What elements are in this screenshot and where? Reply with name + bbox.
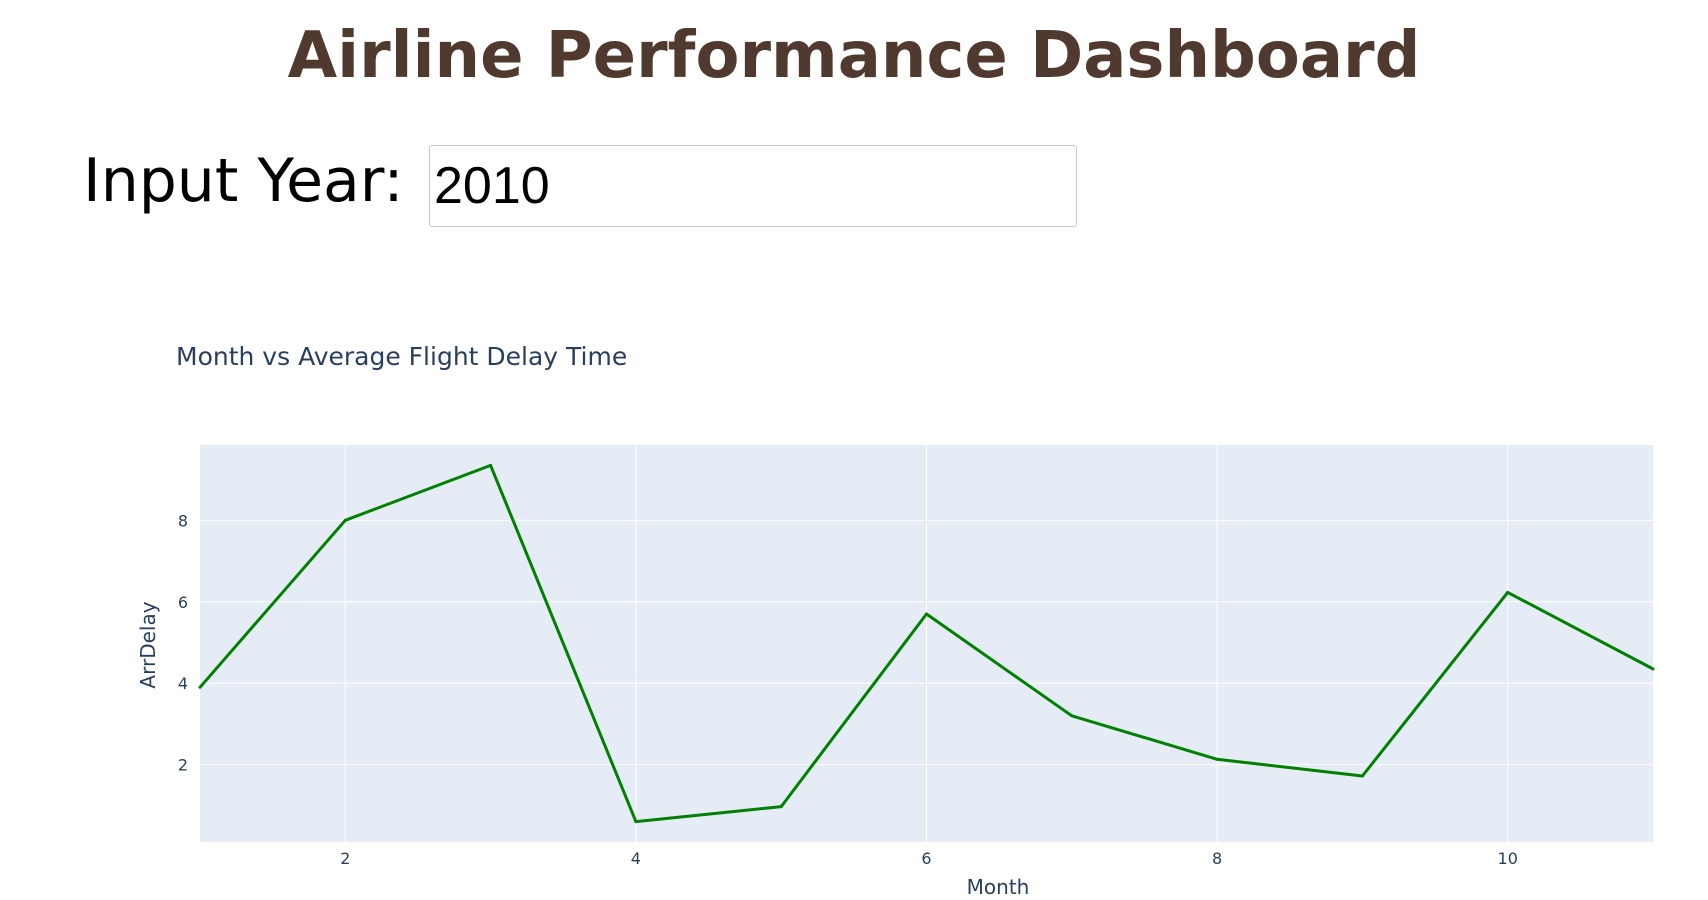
data-point [925, 612, 928, 616]
x-tick-label: 6 [921, 849, 931, 868]
data-point [198, 685, 202, 689]
y-tick-label: 4 [178, 674, 188, 693]
data-point [1070, 714, 1074, 718]
data-point [1506, 590, 1510, 594]
y-tick-label: 6 [178, 593, 188, 612]
x-axis-title: Month [967, 875, 1030, 899]
dashboard-title: Airline Performance Dashboard [287, 19, 1421, 93]
x-tick-label: 4 [631, 849, 641, 868]
data-point [489, 463, 493, 467]
year-input[interactable] [429, 145, 1077, 227]
x-tick-label: 8 [1212, 849, 1222, 868]
y-axis-title: ArrDelay [136, 601, 160, 688]
x-tick-label: 2 [340, 849, 350, 868]
chart-title: Month vs Average Flight Delay Time [176, 342, 627, 371]
data-point [1360, 774, 1364, 778]
data-point [1215, 757, 1219, 761]
x-tick-label: 10 [1498, 849, 1518, 868]
chart-svg: Month vs Average Flight Delay Time 2 4 6 8 1… [136, 342, 1655, 899]
y-tick-label: 2 [178, 756, 188, 775]
data-point [634, 820, 638, 824]
data-point [779, 805, 783, 809]
year-input-label: Input Year: [83, 146, 404, 216]
delay-line-chart: Month vs Average Flight Delay Time 2 4 6 8 1… [0, 320, 1708, 900]
data-point [1651, 667, 1655, 671]
y-tick-label: 8 [178, 511, 188, 530]
data-point [343, 518, 347, 522]
